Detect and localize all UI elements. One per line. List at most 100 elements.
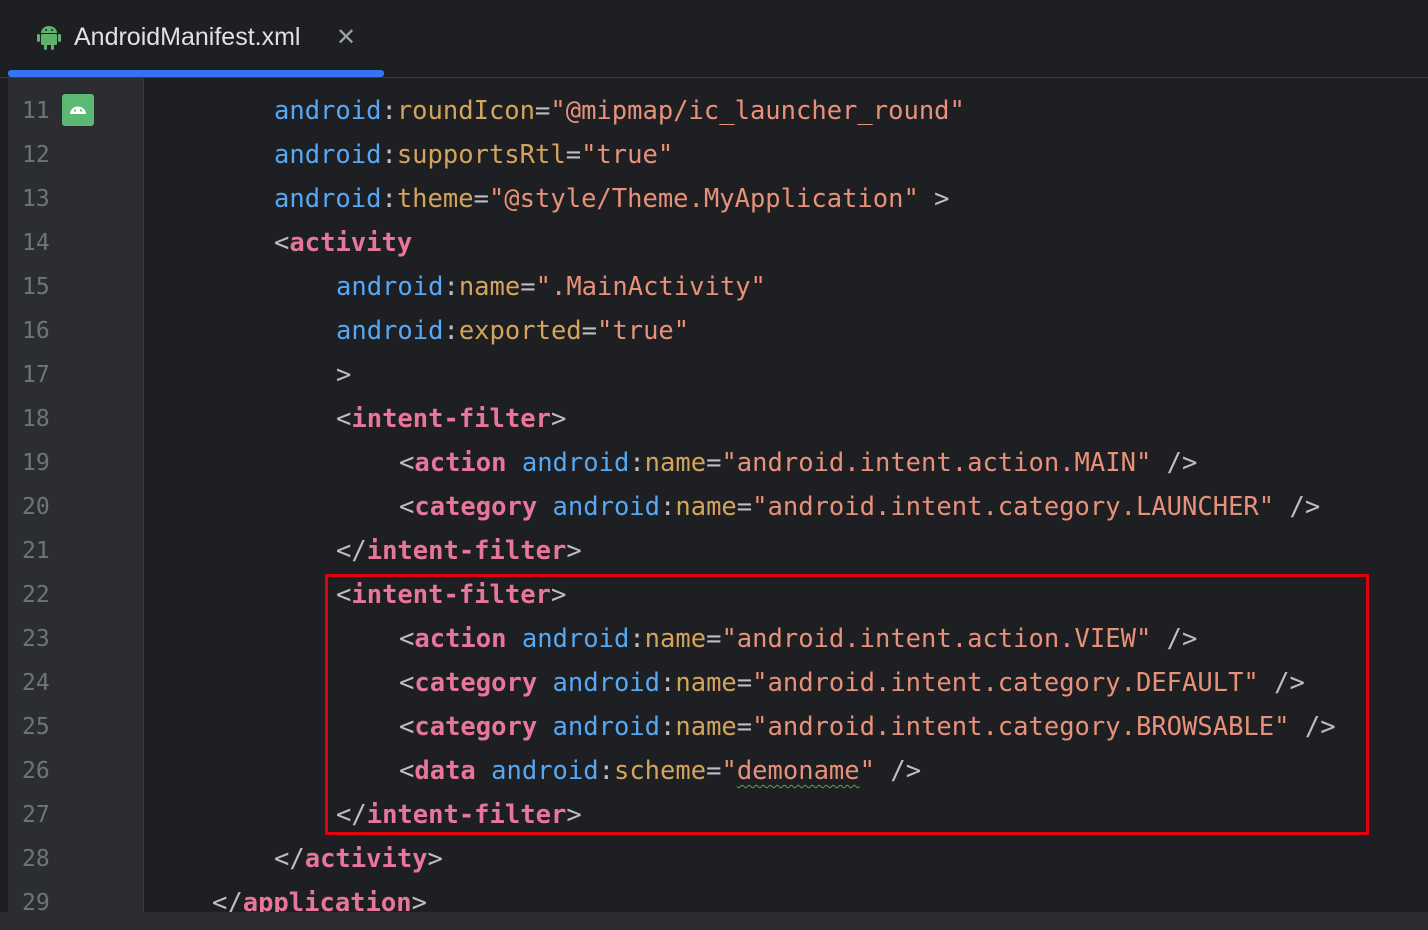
code-token: theme [396, 184, 474, 214]
line-number: 26 [22, 758, 50, 784]
line-number: 15 [22, 274, 50, 300]
code-text: </intent-filter> [336, 529, 582, 573]
code-line[interactable]: 15 android:name=".MainActivity" [0, 265, 1428, 309]
code-token: < [274, 228, 290, 258]
code-token: "@mipmap/ic_launcher_round" [550, 96, 965, 126]
code-line[interactable]: 14 <activity [0, 221, 1428, 265]
tab-title: AndroidManifest.xml [74, 23, 301, 51]
line-number: 14 [22, 230, 50, 256]
code-token: : [381, 184, 397, 214]
code-token: = [520, 272, 536, 302]
code-token: /> [1151, 448, 1198, 478]
line-number: 22 [22, 582, 50, 608]
code-token: name [458, 272, 521, 302]
code-text: <intent-filter> [336, 397, 566, 441]
code-text: android:theme="@style/Theme.MyApplicatio… [274, 177, 950, 221]
code-token: : [443, 272, 459, 302]
horizontal-scrollbar[interactable] [0, 912, 1428, 930]
code-token: </ [336, 536, 367, 566]
code-token: > [566, 536, 582, 566]
code-token: </ [274, 844, 305, 874]
code-token: android [274, 96, 382, 126]
code-token: < [399, 492, 415, 522]
code-token: = [473, 184, 489, 214]
code-token: activity [289, 228, 413, 258]
code-token: exported [458, 316, 582, 346]
code-token: > [918, 184, 950, 214]
line-number: 20 [22, 494, 50, 520]
code-token: intent-filter [351, 404, 551, 434]
line-number: 17 [22, 362, 50, 388]
android-icon [37, 26, 61, 50]
code-line[interactable]: 17 > [0, 353, 1428, 397]
code-token: intent-filter [366, 536, 567, 566]
code-token: = [736, 492, 753, 522]
code-token: category [414, 492, 538, 522]
code-text: > [336, 353, 351, 397]
code-token: "true" [581, 140, 674, 170]
code-token: : [443, 316, 459, 346]
code-token: = [581, 316, 598, 346]
code-token: /> [1274, 492, 1321, 522]
editor-tab-bar: AndroidManifest.xml ✕ [0, 0, 1428, 78]
code-token: > [427, 844, 443, 874]
code-token: android [552, 492, 661, 522]
active-tab-indicator [8, 70, 384, 77]
code-token: "android.intent.action.MAIN" [721, 448, 1152, 478]
code-token: roundIcon [396, 96, 535, 126]
code-line[interactable]: 18 <intent-filter> [0, 397, 1428, 441]
line-number: 18 [22, 406, 50, 432]
code-text: </activity> [274, 837, 443, 881]
code-token: : [660, 492, 676, 522]
close-icon[interactable]: ✕ [336, 22, 356, 52]
code-line[interactable]: 20 <category android:name="android.intent… [0, 485, 1428, 529]
code-token: android [336, 272, 444, 302]
code-line[interactable]: 19 <action android:name="android.intent.a… [0, 441, 1428, 485]
line-number: 12 [22, 142, 50, 168]
code-line[interactable]: 11 android:roundIcon="@mipmap/ic_launcher… [0, 89, 1428, 133]
code-token: android [274, 140, 382, 170]
code-line[interactable]: 16 android:exported="true" [0, 309, 1428, 353]
code-token: < [399, 448, 415, 478]
code-token: : [381, 96, 397, 126]
code-text: <category android:name="android.intent.c… [399, 485, 1320, 529]
line-number: 28 [22, 846, 50, 872]
code-line[interactable]: 13 android:theme="@style/Theme.MyApplicat… [0, 177, 1428, 221]
line-number: 23 [22, 626, 50, 652]
code-token: supportsRtl [396, 140, 566, 170]
android-gutter-icon[interactable] [62, 94, 94, 126]
code-token: activity [304, 844, 428, 874]
line-number: 21 [22, 538, 50, 564]
code-token: ".MainActivity" [535, 272, 766, 302]
code-token: : [381, 140, 397, 170]
code-line[interactable]: 28 </activity> [0, 837, 1428, 881]
code-text: <activity [274, 221, 412, 265]
code-token: > [550, 404, 567, 434]
line-number: 25 [22, 714, 50, 740]
code-text: <action android:name="android.intent.act… [399, 441, 1197, 485]
code-text: android:name=".MainActivity" [336, 265, 766, 309]
line-number: 13 [22, 186, 50, 212]
code-token: android [274, 184, 382, 214]
line-number: 27 [22, 802, 50, 828]
code-token: = [565, 140, 582, 170]
code-line[interactable]: 12 android:supportsRtl="true" [0, 133, 1428, 177]
code-token: android [336, 316, 444, 346]
line-number: 19 [22, 450, 50, 476]
code-text: android:supportsRtl="true" [274, 133, 673, 177]
code-token: action [414, 448, 507, 478]
code-token: "android.intent.category.LAUNCHER" [752, 492, 1275, 522]
code-token: : [629, 448, 645, 478]
code-token: = [535, 96, 551, 126]
code-token: > [336, 360, 352, 390]
code-text: android:roundIcon="@mipmap/ic_launcher_r… [274, 89, 965, 133]
code-token: < [336, 404, 352, 434]
code-line[interactable]: 21 </intent-filter> [0, 529, 1428, 573]
code-text: android:exported="true" [336, 309, 689, 353]
code-token: android [521, 448, 630, 478]
line-number: 16 [22, 318, 50, 344]
code-token: "@style/Theme.MyApplication" [488, 184, 919, 214]
code-token: name [644, 448, 707, 478]
